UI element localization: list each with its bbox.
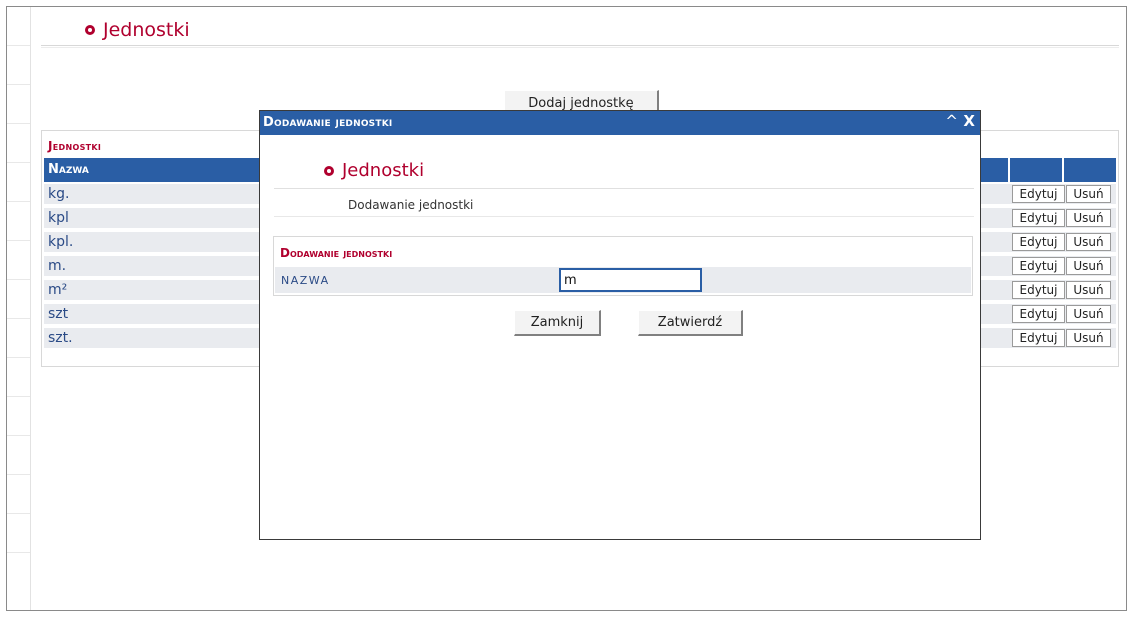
divider	[41, 47, 1119, 48]
edit-button[interactable]: Edytuj	[1012, 185, 1065, 203]
unit-form: Dodawanie jednostki NAZWA	[273, 236, 973, 296]
dialog-titlebar[interactable]: Dodawanie jednostki ^ X	[260, 111, 980, 135]
dialog-subtitle: Dodawanie jednostki	[348, 198, 474, 212]
edit-button[interactable]: Edytuj	[1012, 233, 1065, 251]
delete-button[interactable]: Usuń	[1066, 209, 1111, 227]
dialog-heading-title: Jednostki	[342, 160, 425, 181]
edit-button[interactable]: Edytuj	[1012, 329, 1065, 347]
column-divider	[1062, 158, 1064, 182]
edit-button[interactable]: Edytuj	[1012, 209, 1065, 227]
collapse-icon[interactable]: ^	[945, 112, 958, 130]
close-button[interactable]: Zamknij	[514, 310, 601, 336]
name-input[interactable]	[559, 268, 702, 292]
delete-button[interactable]: Usuń	[1066, 185, 1111, 203]
form-row: NAZWA	[275, 267, 971, 293]
submit-button[interactable]: Zatwierdź	[638, 310, 743, 336]
bullet-icon	[85, 25, 95, 35]
left-gutter	[7, 7, 31, 610]
delete-button[interactable]: Usuń	[1066, 257, 1111, 275]
add-unit-dialog: Dodawanie jednostki ^ X Jednostki Dodawa…	[259, 110, 981, 540]
unit-name: m.	[48, 258, 67, 274]
column-divider	[1008, 158, 1010, 182]
divider	[274, 188, 974, 189]
name-field-label: NAZWA	[281, 274, 330, 287]
page-title: Jednostki	[103, 19, 190, 41]
delete-button[interactable]: Usuń	[1066, 305, 1111, 323]
delete-button[interactable]: Usuń	[1066, 281, 1111, 299]
edit-button[interactable]: Edytuj	[1012, 257, 1065, 275]
bullet-icon	[324, 165, 334, 176]
delete-button[interactable]: Usuń	[1066, 233, 1111, 251]
dialog-heading: Jednostki	[324, 160, 424, 181]
dialog-title: Dodawanie jednostki	[263, 115, 393, 130]
units-table-caption: Jednostki	[48, 139, 102, 153]
divider	[41, 45, 1119, 46]
divider	[274, 216, 974, 217]
unit-name: szt	[48, 306, 69, 322]
page-header: Jednostki	[85, 19, 190, 41]
unit-name: kpl.	[48, 234, 74, 250]
edit-button[interactable]: Edytuj	[1012, 281, 1065, 299]
unit-name: kg.	[48, 186, 70, 202]
close-icon[interactable]: X	[963, 112, 975, 130]
unit-name: szt.	[48, 330, 73, 346]
column-header-name: Nazwa	[48, 162, 89, 177]
delete-button[interactable]: Usuń	[1066, 329, 1111, 347]
unit-name: m²	[48, 282, 68, 298]
unit-name: kpl	[48, 210, 69, 226]
edit-button[interactable]: Edytuj	[1012, 305, 1065, 323]
app-frame: Jednostki Dodaj jednostkę Jednostki Nazw…	[6, 6, 1127, 611]
form-caption: Dodawanie jednostki	[280, 246, 393, 260]
